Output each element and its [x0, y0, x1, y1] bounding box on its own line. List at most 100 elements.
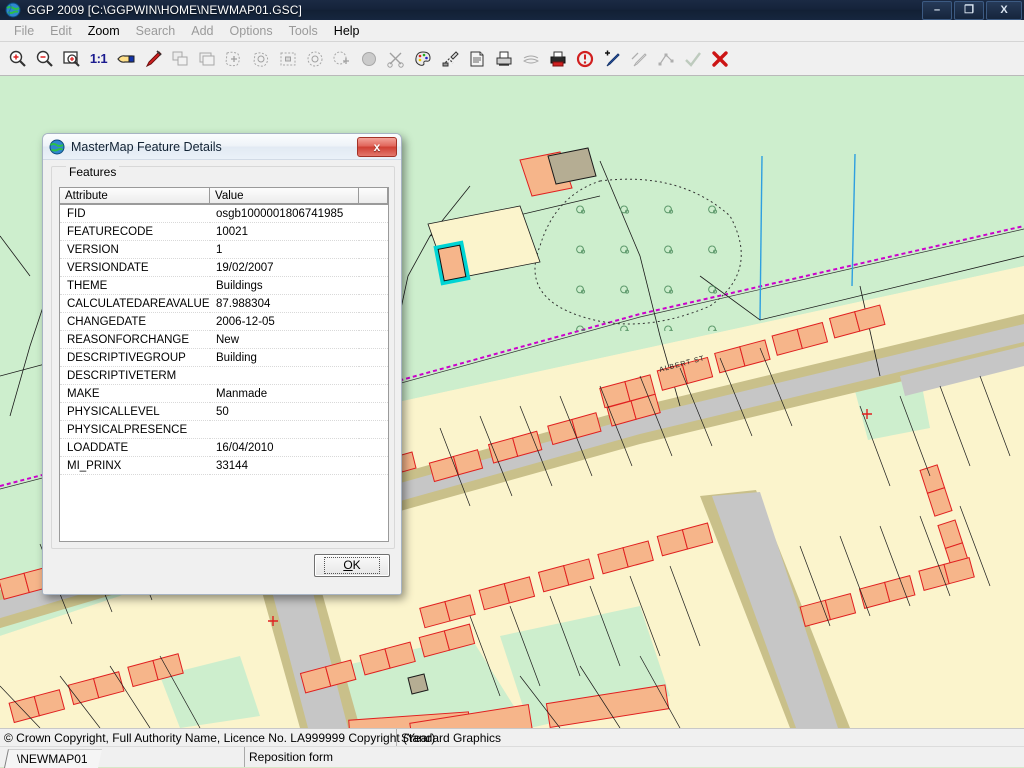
cell-attribute: DESCRIPTIVEGROUP: [60, 349, 210, 367]
status-bar: © Crown Copyright, Full Authority Name, …: [0, 728, 1024, 747]
menu-tools[interactable]: Tools: [281, 22, 326, 40]
tab-bar: \NEWMAP01 Reposition form: [0, 746, 1024, 768]
copy-object-icon[interactable]: [166, 46, 193, 72]
cell-attribute: FEATURECODE: [60, 223, 210, 241]
app-globe-icon: [5, 2, 21, 18]
cell-extra: [359, 295, 388, 313]
table-row[interactable]: VERSIONDATE 19/02/2007: [60, 259, 388, 277]
table-row[interactable]: FEATURECODE 10021: [60, 223, 388, 241]
measure-icon[interactable]: [328, 46, 355, 72]
scissors-icon[interactable]: [382, 46, 409, 72]
arrow-pointer-icon[interactable]: [139, 46, 166, 72]
cell-attribute: DESCRIPTIVETERM: [60, 367, 210, 385]
table-row[interactable]: PHYSICALLEVEL 50: [60, 403, 388, 421]
plot-stack-icon[interactable]: [517, 46, 544, 72]
dialog-title-bar[interactable]: MasterMap Feature Details x: [43, 134, 401, 160]
dialog-close-button[interactable]: x: [357, 137, 397, 157]
menu-edit[interactable]: Edit: [42, 22, 80, 40]
cell-value: 33144: [210, 457, 359, 475]
table-row[interactable]: DESCRIPTIVETERM: [60, 367, 388, 385]
palette-icon[interactable]: [409, 46, 436, 72]
confirm-check-icon[interactable]: [679, 46, 706, 72]
table-row[interactable]: VERSION 1: [60, 241, 388, 259]
select-region-icon[interactable]: [247, 46, 274, 72]
grid-header-row: Attribute Value: [60, 188, 388, 205]
table-row[interactable]: DESCRIPTIVEGROUP Building: [60, 349, 388, 367]
cell-extra: [359, 313, 388, 331]
table-row[interactable]: FID osgb1000001806741985: [60, 205, 388, 223]
table-row[interactable]: MI_PRINX 33144: [60, 457, 388, 475]
zoom-out-icon[interactable]: [31, 46, 58, 72]
cell-attribute: MAKE: [60, 385, 210, 403]
table-row[interactable]: THEME Buildings: [60, 277, 388, 295]
print-preview-icon[interactable]: [490, 46, 517, 72]
add-pointer-icon[interactable]: [598, 46, 625, 72]
minimize-icon: –: [933, 4, 941, 16]
tab-newmap01[interactable]: \NEWMAP01: [3, 749, 102, 768]
cell-extra: [359, 421, 388, 439]
table-row[interactable]: REASONFORCHANGE New: [60, 331, 388, 349]
remove-pointer-icon[interactable]: [625, 46, 652, 72]
cell-extra: [359, 277, 388, 295]
document-icon[interactable]: [463, 46, 490, 72]
menu-options[interactable]: Options: [222, 22, 281, 40]
select-add-icon[interactable]: [220, 46, 247, 72]
cell-extra: [359, 223, 388, 241]
dialog-title-text: MasterMap Feature Details: [71, 139, 222, 154]
clock-alert-icon[interactable]: [571, 46, 598, 72]
close-icon: X: [1000, 4, 1008, 16]
restore-button[interactable]: ❐: [954, 1, 984, 20]
menu-search[interactable]: Search: [128, 22, 184, 40]
menu-add[interactable]: Add: [183, 22, 221, 40]
table-row[interactable]: LOADDATE 16/04/2010: [60, 439, 388, 457]
cell-value: Buildings: [210, 277, 359, 295]
select-rect-icon[interactable]: [274, 46, 301, 72]
cell-attribute: VERSION: [60, 241, 210, 259]
ok-button-label: OK: [324, 557, 380, 574]
print-icon[interactable]: [544, 46, 571, 72]
menu-help[interactable]: Help: [326, 22, 368, 40]
pan-hand-icon[interactable]: [112, 46, 139, 72]
cell-attribute: CHANGEDATE: [60, 313, 210, 331]
table-row[interactable]: CALCULATEDAREAVALUE 87.988304: [60, 295, 388, 313]
cell-value: 16/04/2010: [210, 439, 359, 457]
title-bar: GGP 2009 [C:\GGPWIN\HOME\NEWMAP01.GSC] –…: [0, 0, 1024, 21]
cell-value: 2006-12-05: [210, 313, 359, 331]
cell-value: osgb1000001806741985: [210, 205, 359, 223]
cell-attribute: PHYSICALPRESENCE: [60, 421, 210, 439]
feature-attributes-grid[interactable]: Attribute Value FID osgb1000001806741985…: [59, 187, 389, 542]
cell-value: [210, 367, 359, 385]
mastermap-feature-details-dialog[interactable]: MasterMap Feature Details x Features Att…: [42, 133, 402, 595]
restore-icon: ❐: [964, 4, 974, 16]
table-row[interactable]: CHANGEDATE 2006-12-05: [60, 313, 388, 331]
column-header-value[interactable]: Value: [210, 188, 359, 204]
table-row[interactable]: MAKE Manmade: [60, 385, 388, 403]
cell-attribute: MI_PRINX: [60, 457, 210, 475]
cell-attribute: FID: [60, 205, 210, 223]
zoom-window-icon[interactable]: [58, 46, 85, 72]
cell-extra: [359, 457, 388, 475]
menu-zoom[interactable]: Zoom: [80, 22, 128, 40]
select-circle-icon[interactable]: [301, 46, 328, 72]
close-button[interactable]: X: [986, 1, 1022, 20]
menu-bar: File Edit Zoom Search Add Options Tools …: [0, 20, 1024, 42]
column-header-attribute[interactable]: Attribute: [60, 188, 210, 204]
cell-value: [210, 421, 359, 439]
cell-extra: [359, 439, 388, 457]
zoom-in-icon[interactable]: [4, 46, 31, 72]
redline-icon[interactable]: [436, 46, 463, 72]
zoom-one-to-one-icon[interactable]: 1:1: [85, 46, 112, 72]
menu-file[interactable]: File: [6, 22, 42, 40]
fill-icon[interactable]: [355, 46, 382, 72]
window-title: GGP 2009 [C:\GGPWIN\HOME\NEWMAP01.GSC]: [27, 3, 302, 17]
cancel-cross-icon[interactable]: [706, 46, 733, 72]
node-edit-icon[interactable]: [652, 46, 679, 72]
cell-extra: [359, 241, 388, 259]
cell-value: 87.988304: [210, 295, 359, 313]
features-group-label: Features: [66, 165, 120, 179]
layers-icon[interactable]: [193, 46, 220, 72]
table-row[interactable]: PHYSICALPRESENCE: [60, 421, 388, 439]
column-header-extra[interactable]: [359, 188, 388, 204]
ok-button[interactable]: OK: [314, 554, 390, 577]
minimize-button[interactable]: –: [922, 1, 952, 20]
